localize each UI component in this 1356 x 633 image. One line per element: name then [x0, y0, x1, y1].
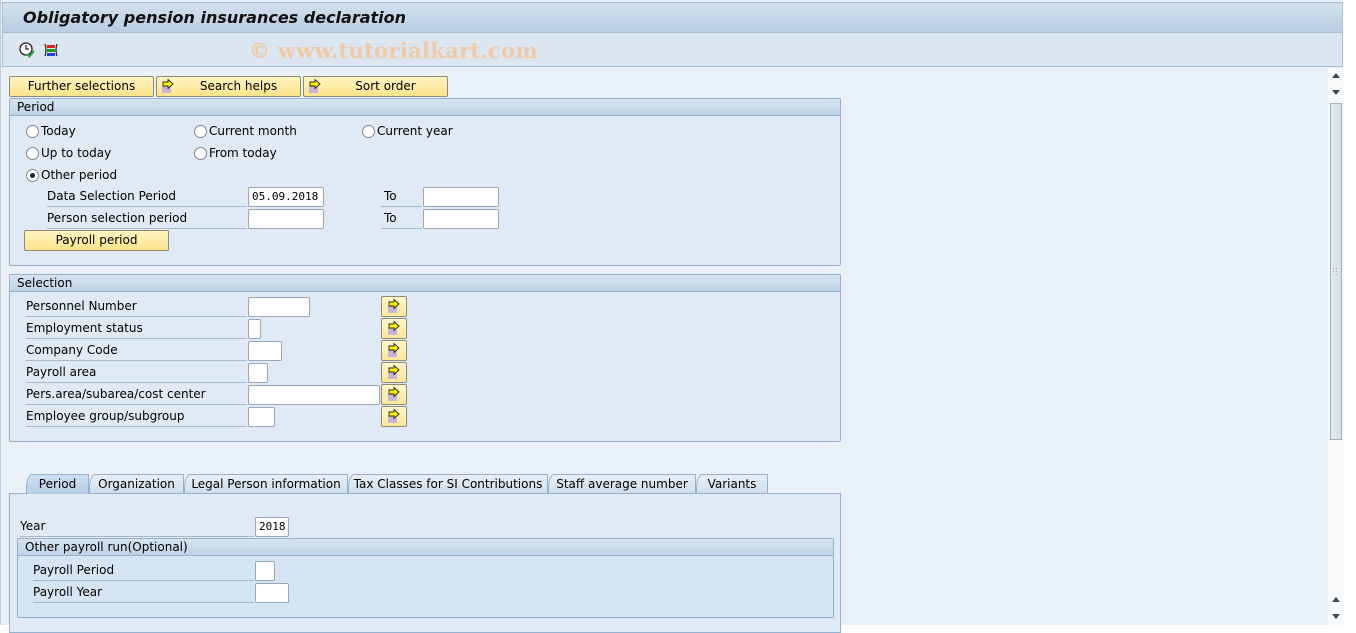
- data-selection-to-input[interactable]: [423, 187, 499, 207]
- selection-frame-title: Selection: [10, 275, 840, 292]
- person-selection-to-label: To: [381, 208, 422, 229]
- search-helps-label: Search helps: [199, 79, 278, 93]
- pers-area-subarea-cost-center-label: Pers.area/subarea/cost center: [26, 384, 247, 405]
- tab-organization[interactable]: Organization: [89, 474, 184, 493]
- other-payroll-run-frame: Other payroll run(Optional) Payroll Peri…: [17, 538, 834, 618]
- radio-other-period-label: Other period: [41, 168, 118, 182]
- tab-legal-person-information-label: Legal Person information: [191, 477, 341, 491]
- payroll-area-input[interactable]: [248, 363, 268, 383]
- arrow-right-icon: [388, 365, 400, 379]
- radio-current-year[interactable]: [362, 125, 375, 138]
- person-selection-period-label: Person selection period: [47, 208, 247, 229]
- employee-group-multiple-selection-button[interactable]: [381, 406, 407, 427]
- arrow-right-icon: [388, 387, 400, 401]
- employment-status-label: Employment status: [26, 318, 247, 339]
- pers-area-subarea-cost-center-input[interactable]: [248, 385, 380, 405]
- payroll-year-label: Payroll Year: [33, 582, 254, 603]
- selection-frame: Selection Personnel Number Employment st…: [9, 274, 841, 442]
- radio-from-today[interactable]: [194, 147, 207, 160]
- radio-up-to-today[interactable]: [26, 147, 39, 160]
- person-selection-to-input[interactable]: [423, 209, 499, 229]
- tab-staff-average-number[interactable]: Staff average number: [548, 474, 696, 493]
- employment-status-multiple-selection-button[interactable]: [381, 318, 407, 339]
- execute-clock-check-icon[interactable]: [18, 41, 36, 59]
- radio-up-to-today-label: Up to today: [41, 146, 112, 160]
- watermark-text: © www.tutorialkart.com: [249, 38, 538, 63]
- radio-current-year-label: Current year: [377, 124, 453, 138]
- payroll-area-multiple-selection-button[interactable]: [381, 362, 407, 383]
- personnel-number-multiple-selection-button[interactable]: [381, 296, 407, 317]
- payroll-period-label: Payroll Period: [33, 560, 254, 581]
- personnel-number-input[interactable]: [248, 297, 310, 317]
- tab-period-label: Period: [38, 477, 77, 491]
- employee-group-subgroup-input[interactable]: [248, 407, 275, 427]
- radio-current-month-label: Current month: [209, 124, 297, 138]
- search-helps-button[interactable]: Search helps: [156, 76, 301, 97]
- scroll-down-button-bottom[interactable]: [1328, 608, 1344, 624]
- selection-options-icon[interactable]: [42, 41, 60, 59]
- payroll-area-label: Payroll area: [26, 362, 247, 383]
- tab-period[interactable]: Period: [26, 474, 89, 494]
- data-selection-from-input[interactable]: 05.09.2018: [248, 187, 324, 207]
- payroll-period-input[interactable]: [255, 561, 275, 581]
- payroll-year-input[interactable]: [255, 583, 289, 603]
- tab-variants[interactable]: Variants: [696, 474, 768, 493]
- arrow-right-icon: [308, 78, 324, 100]
- person-selection-from-input[interactable]: [248, 209, 324, 229]
- employment-status-input[interactable]: [248, 319, 261, 339]
- scroll-up-button-bottom[interactable]: [1328, 592, 1344, 608]
- vertical-scrollbar[interactable]: [1328, 68, 1344, 625]
- arrow-right-icon: [388, 321, 400, 335]
- sap-window: Obligatory pension insurances declaratio…: [0, 0, 1344, 633]
- period-frame-title: Period: [10, 99, 840, 116]
- arrow-right-icon: [388, 409, 400, 423]
- radio-today-label: Today: [41, 124, 76, 138]
- employee-group-subgroup-label: Employee group/subgroup: [26, 406, 247, 427]
- tab-organization-label: Organization: [98, 477, 175, 491]
- sort-order-label: Sort order: [355, 79, 416, 93]
- tab-legal-person-information[interactable]: Legal Person information: [184, 474, 348, 493]
- radio-current-month[interactable]: [194, 125, 207, 138]
- scrollbar-thumb[interactable]: [1330, 103, 1342, 440]
- company-code-label: Company Code: [26, 340, 247, 361]
- title-bar: Obligatory pension insurances declaratio…: [2, 2, 1343, 33]
- tab-tax-classes[interactable]: Tax Classes for SI Contributions: [348, 474, 548, 493]
- tab-period-panel: Year 2018 Other payroll run(Optional) Pa…: [9, 493, 841, 633]
- further-selections-button[interactable]: Further selections: [9, 76, 154, 97]
- year-label: Year: [20, 516, 254, 537]
- scroll-up-button[interactable]: [1328, 68, 1344, 84]
- radio-from-today-label: From today: [209, 146, 277, 160]
- data-selection-period-label: Data Selection Period: [47, 186, 247, 207]
- arrow-right-icon: [388, 343, 400, 357]
- arrow-right-icon: [161, 78, 177, 100]
- other-payroll-run-title: Other payroll run(Optional): [18, 539, 833, 556]
- personnel-number-label: Personnel Number: [26, 296, 247, 317]
- period-frame: Period Today Current month Current year …: [9, 98, 841, 266]
- radio-other-period[interactable]: [26, 169, 39, 182]
- payroll-period-button[interactable]: Payroll period: [24, 230, 169, 251]
- tab-tax-classes-label: Tax Classes for SI Contributions: [353, 477, 543, 491]
- sort-order-button[interactable]: Sort order: [303, 76, 448, 97]
- grip-icon: [1333, 268, 1337, 275]
- application-toolbar: © www.tutorialkart.com: [2, 33, 1343, 67]
- company-code-multiple-selection-button[interactable]: [381, 340, 407, 361]
- company-code-input[interactable]: [248, 341, 282, 361]
- page-title: Obligatory pension insurances declaratio…: [23, 8, 407, 27]
- pers-area-multiple-selection-button[interactable]: [381, 384, 407, 405]
- further-selections-label: Further selections: [27, 79, 136, 93]
- radio-today[interactable]: [26, 125, 39, 138]
- scroll-down-button[interactable]: [1328, 84, 1344, 100]
- year-input[interactable]: 2018: [255, 517, 289, 537]
- tab-staff-average-number-label: Staff average number: [556, 477, 688, 491]
- tab-variants-label: Variants: [707, 477, 757, 491]
- data-selection-to-label: To: [381, 186, 422, 207]
- arrow-right-icon: [388, 299, 400, 313]
- payroll-period-button-label: Payroll period: [55, 233, 138, 247]
